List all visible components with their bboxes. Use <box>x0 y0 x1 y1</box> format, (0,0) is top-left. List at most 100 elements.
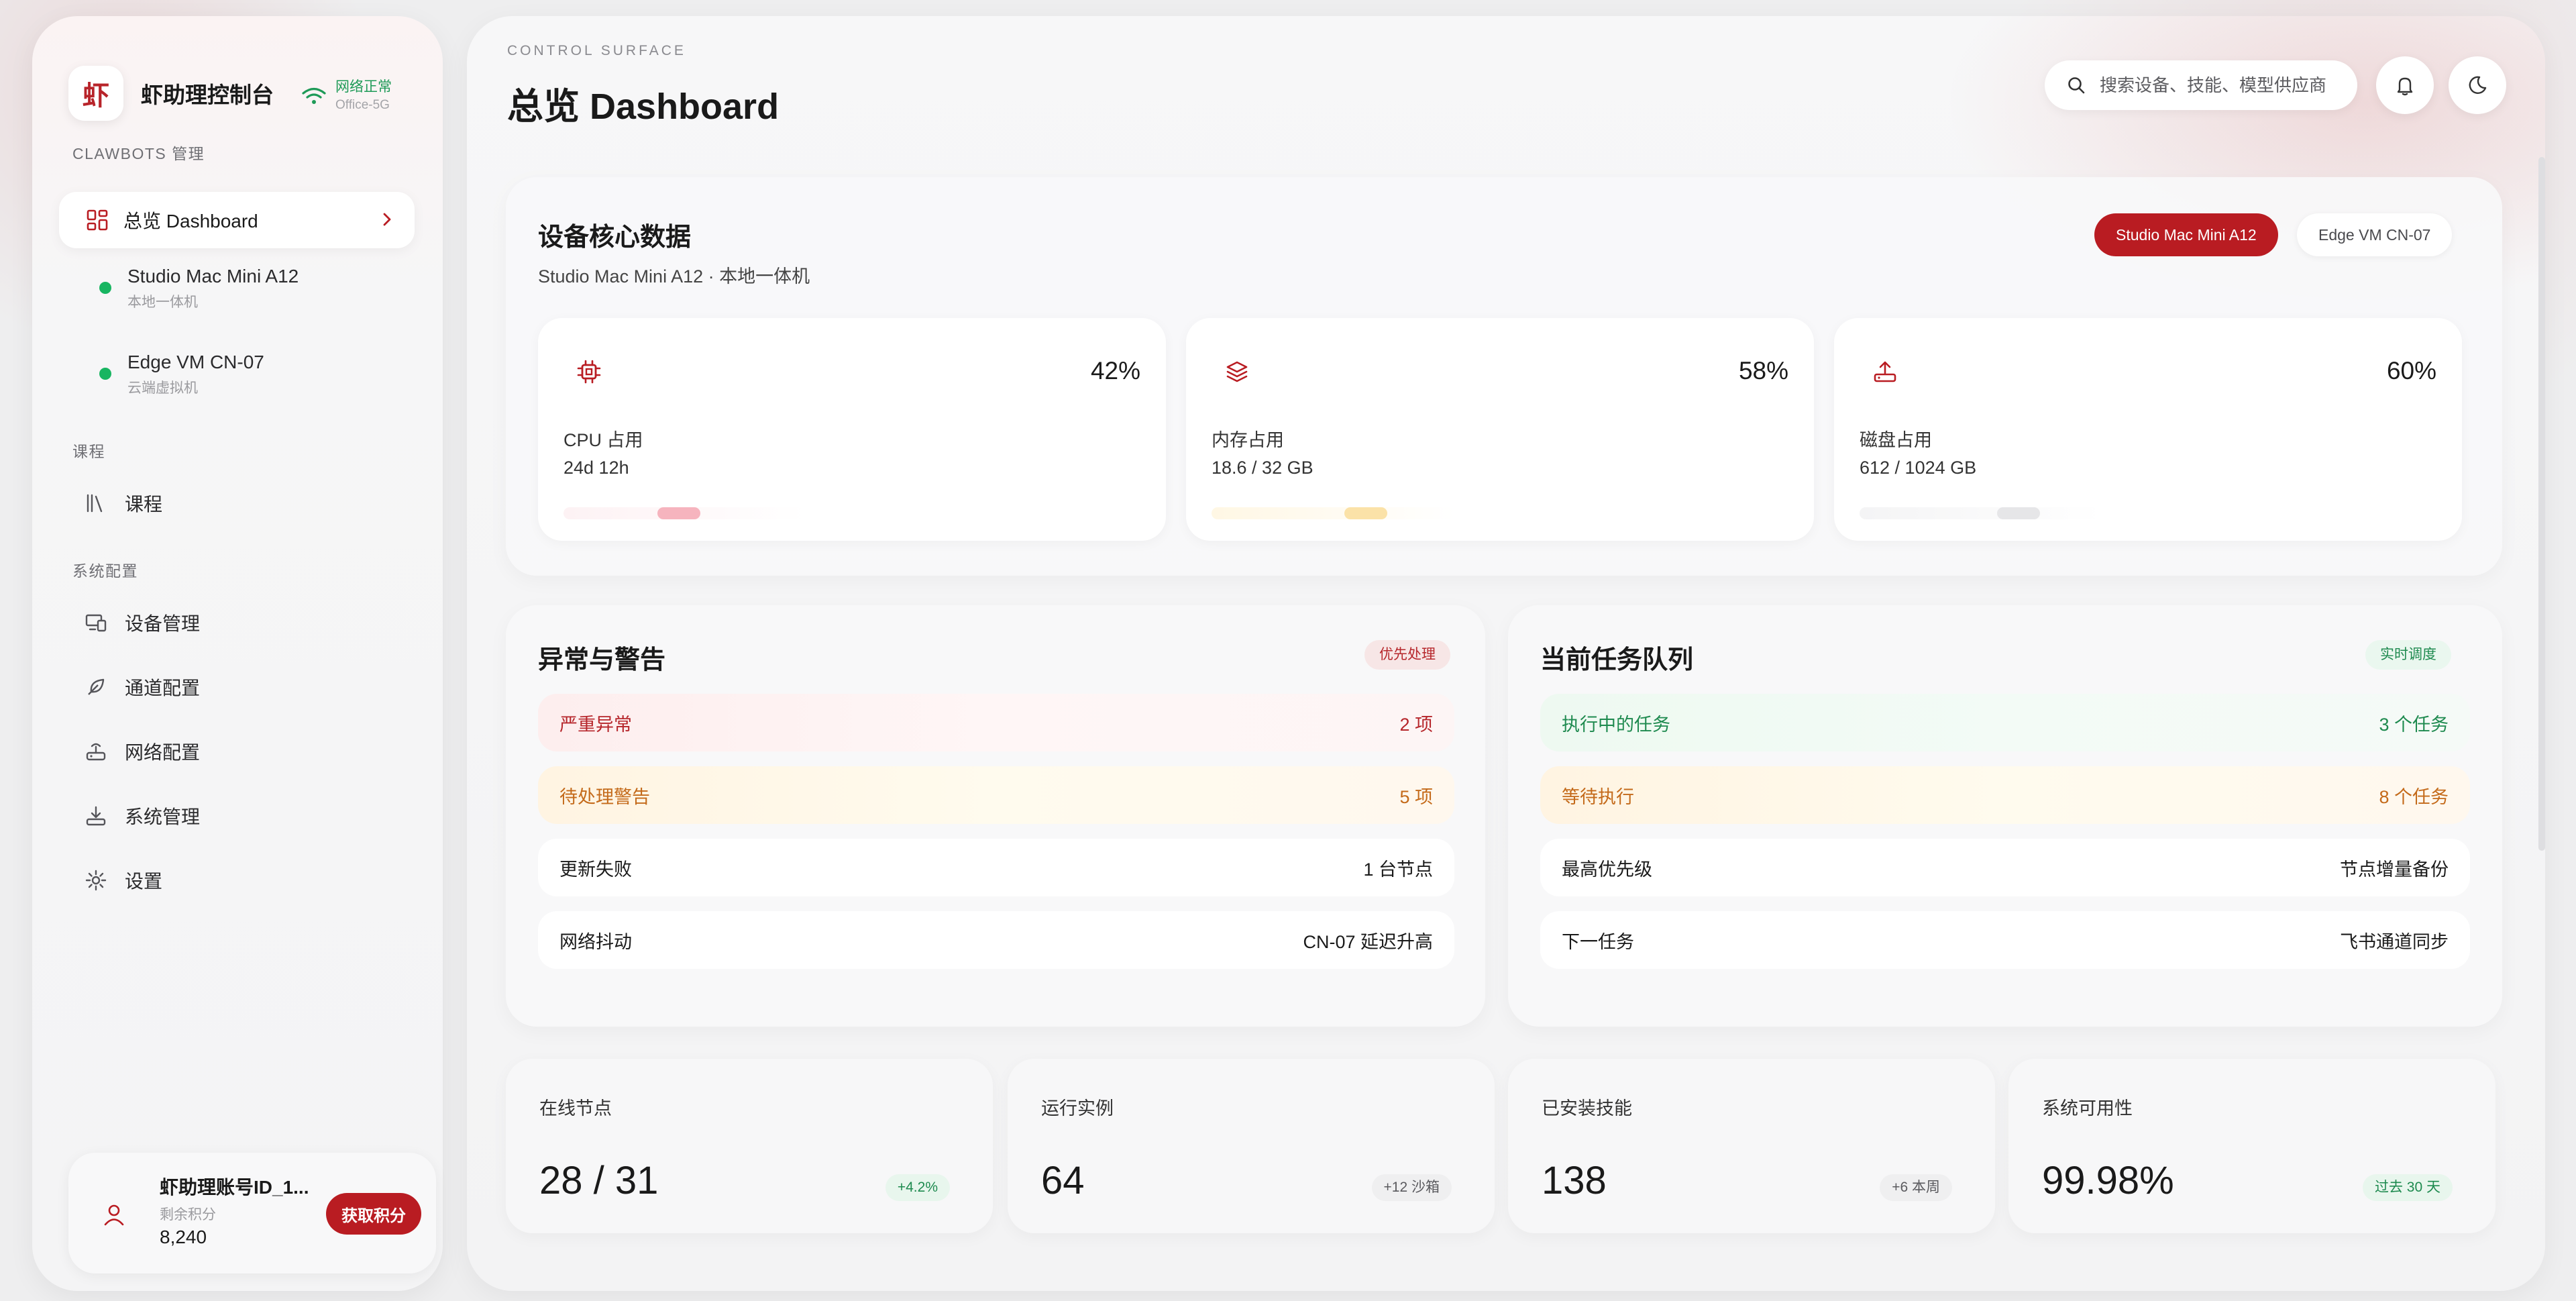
devices-icon <box>85 614 107 632</box>
sidebar-item-channel-config[interactable]: 通道配置 <box>85 672 200 702</box>
page-title: 总览 Dashboard <box>507 87 780 127</box>
stat-card-running-instances: 运行实例 64 +12 沙箱 <box>1008 1059 1495 1233</box>
sidebar-item-device-management[interactable]: 设备管理 <box>85 608 200 637</box>
alert-row-update-failed[interactable]: 更新失败 1 台节点 <box>538 839 1454 896</box>
device-type: 云端虚拟机 <box>127 380 198 396</box>
device-name: Studio Mac Mini A12 <box>127 266 299 287</box>
queue-title: 当前任务队列 <box>1540 646 1694 674</box>
sidebar-item-system-management[interactable]: 系统管理 <box>85 801 200 831</box>
row-label: 严重异常 <box>559 714 632 735</box>
main-scrollbar[interactable] <box>2538 157 2545 851</box>
row-value: CN-07 延迟升高 <box>1303 931 1433 952</box>
metric-label: 内存占用 <box>1212 430 1284 450</box>
sidebar-item-course[interactable]: 课程 <box>85 488 162 518</box>
progress-track <box>1212 507 1454 519</box>
stat-label: 系统可用性 <box>2042 1098 2133 1118</box>
brand-logo: 虾 <box>68 66 123 121</box>
alert-row-warnings[interactable]: 待处理警告 5 项 <box>538 766 1454 824</box>
network-ssid: Office-5G <box>335 98 390 112</box>
row-label: 等待执行 <box>1562 786 1634 807</box>
sidebar-item-settings[interactable]: 设置 <box>85 866 162 895</box>
row-label: 待处理警告 <box>559 786 650 807</box>
alerts-title: 异常与警告 <box>538 646 666 674</box>
queue-row-next-task[interactable]: 下一任务 飞书通道同步 <box>1540 911 2470 969</box>
realtime-tag: 实时调度 <box>2365 640 2451 670</box>
get-points-button[interactable]: 获取积分 <box>326 1193 421 1235</box>
bell-icon <box>2397 77 2413 96</box>
books-icon <box>87 494 103 513</box>
queue-row-waiting[interactable]: 等待执行 8 个任务 <box>1540 766 2470 824</box>
layers-icon <box>1226 361 1248 382</box>
status-dot <box>99 282 111 294</box>
stat-value: 99.98% <box>2042 1159 2174 1202</box>
device-type: 本地一体机 <box>127 295 198 310</box>
progress-fill <box>1997 507 2040 519</box>
row-value: 节点增量备份 <box>2340 859 2449 880</box>
metric-value: 612 / 1024 GB <box>1860 458 1977 478</box>
stat-card-online-nodes: 在线节点 28 / 31 +4.2% <box>506 1059 993 1233</box>
status-dot <box>99 368 111 380</box>
sidebar-item-label: 设置 <box>125 871 163 892</box>
page-overline: CONTROL SURFACE <box>507 43 686 58</box>
download-tray-icon <box>86 806 106 826</box>
brand-name: 虾助理控制台 <box>141 83 274 107</box>
core-subtitle: Studio Mac Mini A12 · 本地一体机 <box>538 266 810 287</box>
stat-label: 在线节点 <box>539 1098 612 1118</box>
stat-card-installed-skills: 已安装技能 138 +6 本周 <box>1508 1059 1995 1233</box>
section-label-clawbots: CLAWBOTS 管理 <box>72 145 205 162</box>
metric-label: CPU 占用 <box>564 430 643 450</box>
network-status-text: 网络正常 <box>335 79 392 95</box>
points-label: 剩余积分 <box>160 1207 216 1222</box>
chevron-right-icon <box>383 213 391 226</box>
account-card: 虾助理账号ID_1... 剩余积分 8,240 获取积分 <box>68 1153 436 1273</box>
upload-icon <box>1874 361 1896 382</box>
metric-value: 24d 12h <box>564 458 629 478</box>
row-label: 最高优先级 <box>1562 859 1652 880</box>
row-label: 执行中的任务 <box>1562 714 1670 735</box>
queue-row-highest-priority[interactable]: 最高优先级 节点增量备份 <box>1540 839 2470 896</box>
stat-label: 已安装技能 <box>1542 1098 1632 1118</box>
stat-badge: +6 本周 <box>1880 1174 1952 1201</box>
sidebar-item-network-config[interactable]: 网络配置 <box>85 737 200 766</box>
user-icon <box>104 1204 124 1226</box>
alert-row-network-jitter[interactable]: 网络抖动 CN-07 延迟升高 <box>538 911 1454 969</box>
section-label-system: 系统配置 <box>72 562 138 580</box>
gear-icon <box>85 870 107 891</box>
row-value: 2 项 <box>1399 714 1433 735</box>
notifications-button[interactable] <box>2376 56 2434 114</box>
theme-toggle-button[interactable] <box>2449 56 2506 114</box>
queue-row-running[interactable]: 执行中的任务 3 个任务 <box>1540 694 2470 751</box>
router-icon <box>86 743 106 761</box>
metric-percent: 60% <box>2386 357 2436 384</box>
stat-badge: +12 沙箱 <box>1371 1174 1452 1201</box>
stat-label: 运行实例 <box>1041 1098 1114 1118</box>
core-title: 设备核心数据 <box>538 223 692 252</box>
alert-row-critical[interactable]: 严重异常 2 项 <box>538 694 1454 751</box>
row-value: 飞书通道同步 <box>2340 931 2449 952</box>
sidebar-item-dashboard[interactable]: 总览 Dashboard <box>59 192 415 248</box>
network-status: 网络正常 Office-5G <box>301 78 392 114</box>
metric-card-cpu: 42% CPU 占用 24d 12h <box>538 318 1166 541</box>
search-input[interactable] <box>2100 74 2355 96</box>
moon-icon <box>2469 76 2487 94</box>
progress-fill <box>657 507 700 519</box>
search-box[interactable] <box>2045 60 2357 110</box>
points-value: 8,240 <box>160 1227 207 1247</box>
metric-card-memory: 58% 内存占用 18.6 / 32 GB <box>1186 318 1814 541</box>
device-tab-edge-vm[interactable]: Edge VM CN-07 <box>2297 213 2453 256</box>
sidebar: 虾 虾助理控制台 网络正常 Office-5G CLAWBOTS 管理 总览 D… <box>32 16 443 1291</box>
row-label: 下一任务 <box>1562 931 1634 952</box>
sidebar-item-label: 系统管理 <box>125 806 201 827</box>
brand[interactable]: 虾 虾助理控制台 <box>68 66 274 121</box>
metric-value: 18.6 / 32 GB <box>1212 458 1313 478</box>
row-label: 更新失败 <box>559 859 632 880</box>
metric-card-disk: 60% 磁盘占用 612 / 1024 GB <box>1834 318 2462 541</box>
row-value: 8 个任务 <box>2379 786 2449 807</box>
row-label: 网络抖动 <box>559 931 632 952</box>
row-value: 1 台节点 <box>1363 859 1433 880</box>
sidebar-item-label: 课程 <box>125 494 163 515</box>
row-value: 5 项 <box>1399 786 1433 807</box>
metric-label: 磁盘占用 <box>1860 430 1932 450</box>
search-icon <box>2068 77 2085 94</box>
device-tab-studio-mac[interactable]: Studio Mac Mini A12 <box>2094 213 2278 256</box>
